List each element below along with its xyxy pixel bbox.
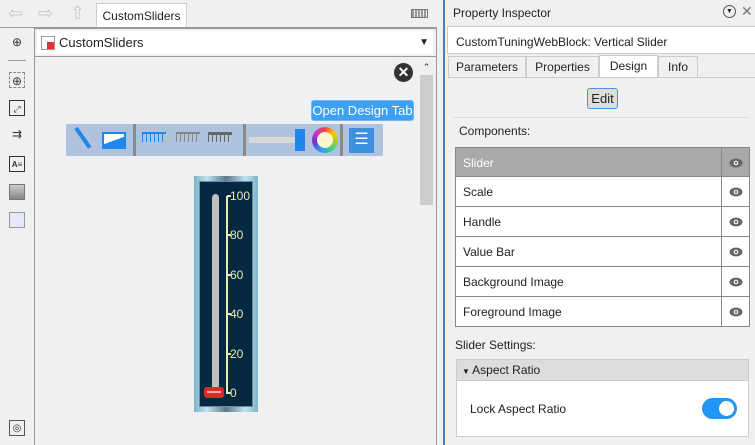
- lock-aspect-toggle[interactable]: [702, 398, 737, 419]
- panel-menu-icon[interactable]: ▼: [723, 5, 736, 18]
- tab-properties[interactable]: Properties: [526, 56, 599, 77]
- component-row[interactable]: Slider: [455, 147, 750, 177]
- tick-label: 40: [230, 307, 244, 322]
- signal-routing-icon[interactable]: ⇉: [9, 126, 25, 142]
- scale-dark-icon[interactable]: [208, 132, 232, 142]
- hide-panel-icon[interactable]: ⊕: [9, 34, 25, 50]
- eye-icon[interactable]: [721, 297, 750, 326]
- eye-icon[interactable]: [721, 177, 750, 206]
- lock-aspect-label: Lock Aspect Ratio: [470, 402, 567, 416]
- image-icon[interactable]: [9, 184, 25, 200]
- left-toolbar: ⊕ ⊕ ⤢ ⇉ A≡ ◎: [0, 28, 34, 445]
- tab-parameters[interactable]: Parameters: [448, 56, 526, 77]
- component-row[interactable]: Value Bar: [455, 237, 750, 267]
- eye-icon[interactable]: [721, 237, 750, 266]
- model-icon: [41, 35, 55, 50]
- component-name: Handle: [463, 215, 502, 229]
- component-name: Foreground Image: [463, 305, 562, 319]
- tick-label: 60: [230, 267, 244, 282]
- keyboard-icon[interactable]: [411, 9, 428, 18]
- components-label: Components:: [459, 124, 531, 138]
- handle-icon[interactable]: [295, 129, 305, 151]
- design-toolbar: ☰: [66, 124, 383, 156]
- needle-icon[interactable]: [74, 126, 92, 149]
- component-row[interactable]: Handle: [455, 207, 750, 237]
- back-icon[interactable]: ⇦: [8, 3, 23, 24]
- eye-icon[interactable]: [721, 267, 750, 296]
- zoom-in-icon[interactable]: ⊕: [9, 72, 25, 88]
- model-name: CustomSliders: [59, 35, 144, 50]
- forward-icon[interactable]: ⇨: [38, 3, 53, 24]
- collapse-icon[interactable]: ▼: [462, 367, 472, 376]
- close-icon[interactable]: ✕: [394, 63, 413, 82]
- scale-gray-icon[interactable]: [176, 132, 200, 142]
- dropdown-icon[interactable]: ▼: [419, 37, 429, 48]
- camera-icon[interactable]: ◎: [9, 420, 25, 436]
- scrollbar-thumb[interactable]: [420, 75, 433, 205]
- up-icon[interactable]: ⇧: [70, 3, 85, 24]
- eye-icon[interactable]: [721, 148, 750, 177]
- slider-track: [212, 194, 219, 394]
- tick-label: 80: [230, 228, 244, 243]
- panel-title: Property Inspector: [453, 6, 552, 20]
- component-name: Scale: [463, 185, 494, 199]
- slider-handle[interactable]: [204, 387, 224, 398]
- component-row[interactable]: Foreground Image: [455, 297, 750, 327]
- eye-icon[interactable]: [721, 207, 750, 236]
- tick-label: 100: [230, 189, 251, 203]
- design-settings-icon[interactable]: ☰: [349, 128, 374, 153]
- fit-view-icon[interactable]: ⤢: [9, 100, 25, 116]
- aspect-ratio-section: ▼ Aspect Ratio Lock Aspect Ratio: [456, 359, 749, 437]
- slider-settings-label: Slider Settings:: [455, 338, 536, 352]
- tab-info[interactable]: Info: [658, 56, 698, 77]
- section-header[interactable]: ▼ Aspect Ratio: [457, 360, 748, 381]
- tick-label: 0: [230, 386, 237, 400]
- tooltip: Open Design Tab: [311, 100, 414, 121]
- scale-blue-icon[interactable]: [142, 132, 166, 142]
- tab-customsliders[interactable]: CustomSliders: [96, 3, 187, 27]
- block-title: CustomTuningWebBlock: Vertical Slider: [447, 26, 755, 54]
- component-name: Value Bar: [463, 245, 515, 259]
- value-bar-icon[interactable]: [249, 137, 297, 143]
- area-icon[interactable]: [9, 212, 25, 228]
- tick-label: 20: [230, 346, 244, 361]
- tab-design[interactable]: Design: [599, 55, 658, 77]
- annotation-icon[interactable]: A≡: [9, 156, 25, 172]
- address-bar[interactable]: CustomSliders ▼: [34, 28, 437, 57]
- component-row[interactable]: Scale: [455, 177, 750, 207]
- image-icon[interactable]: [102, 132, 126, 149]
- close-panel-icon[interactable]: ✕: [741, 3, 753, 20]
- component-name: Background Image: [463, 275, 564, 289]
- component-name: Slider: [463, 156, 494, 170]
- component-row[interactable]: Background Image: [455, 267, 750, 297]
- color-wheel-icon[interactable]: [312, 127, 338, 153]
- property-inspector: Property Inspector ▼ ✕ CustomTuningWebBl…: [443, 0, 755, 445]
- scale-line: [226, 196, 228, 394]
- edit-button[interactable]: Edit: [587, 88, 618, 109]
- vertical-slider-block[interactable]: 100 80 60 40 20 0: [194, 176, 258, 412]
